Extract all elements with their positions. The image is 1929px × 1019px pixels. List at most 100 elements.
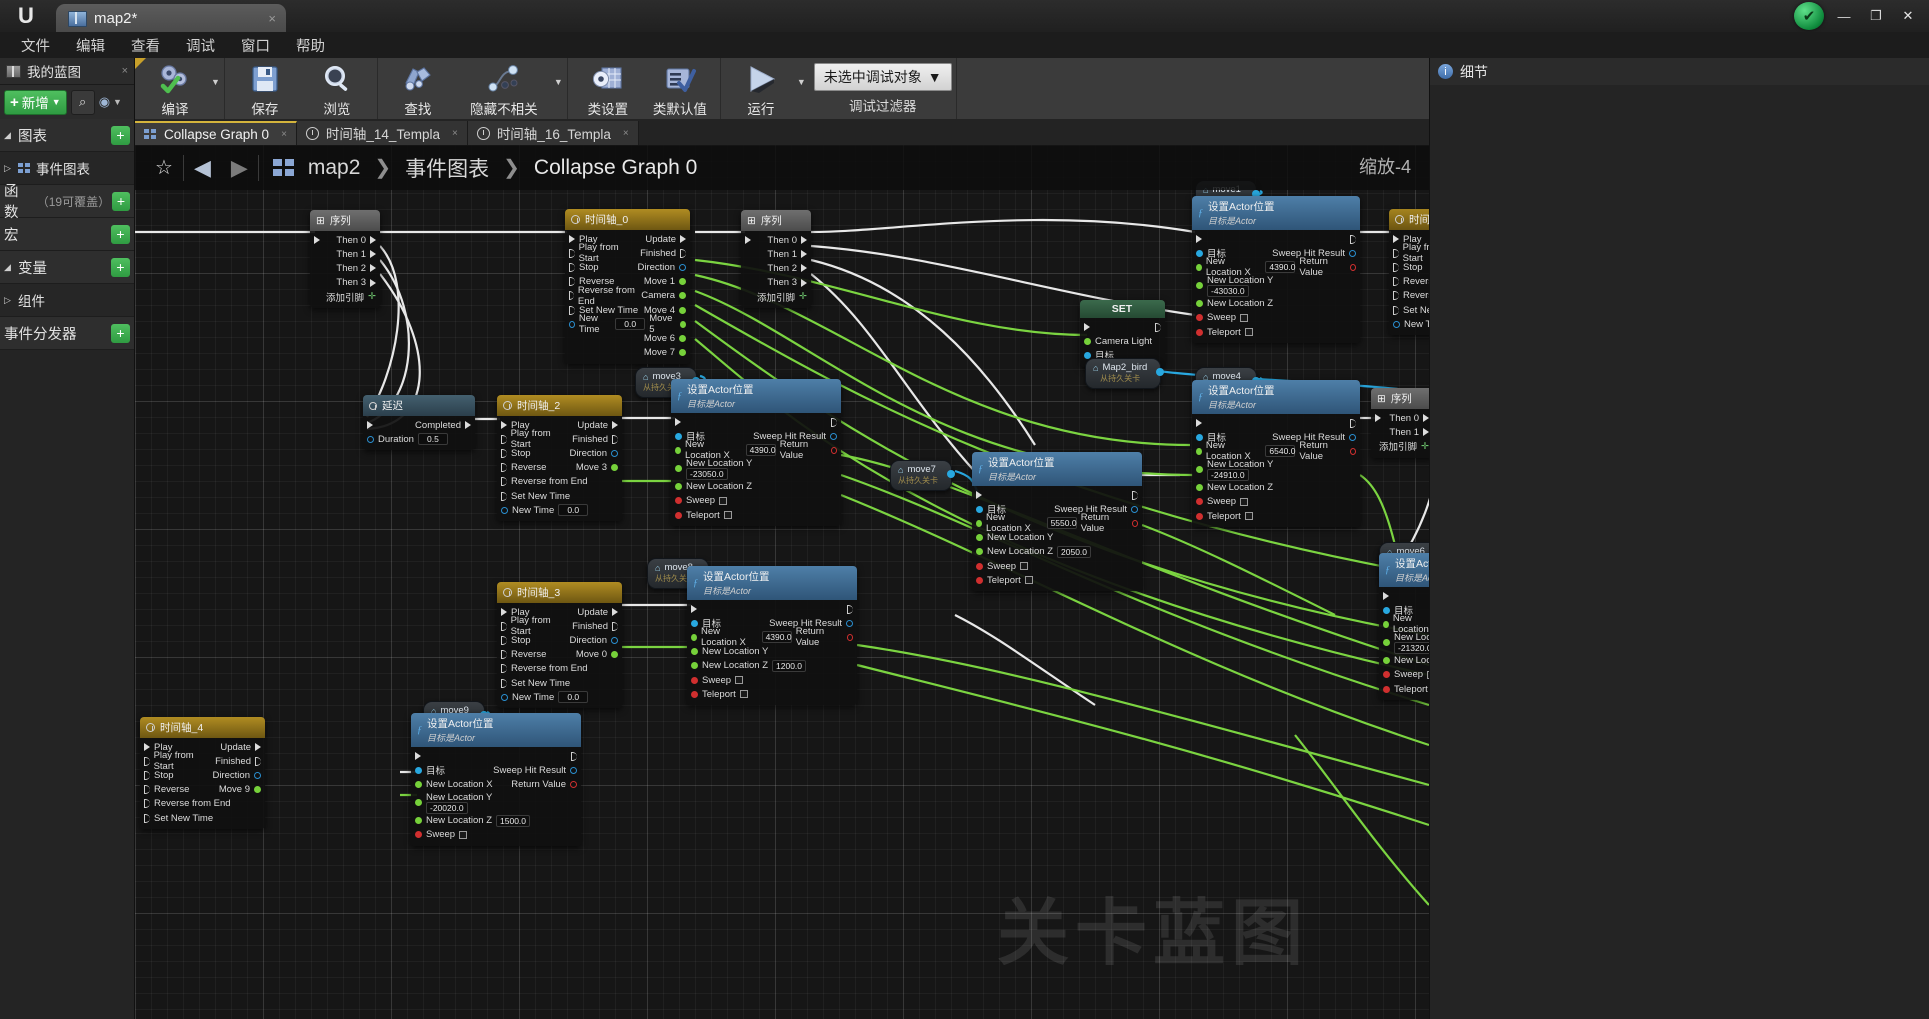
new-location-y-value[interactable]: -24910.0	[1207, 469, 1249, 481]
new-time-value[interactable]: 0.0	[558, 504, 588, 516]
move-pin[interactable]	[611, 464, 618, 471]
disclosure-triangle-icon[interactable]: ▷	[4, 163, 13, 174]
exec-in-pin[interactable]	[675, 418, 681, 426]
sweep-pin[interactable]	[415, 831, 422, 838]
tab-close-icon[interactable]: ×	[452, 128, 458, 139]
node-sequence-b[interactable]: ⊞ 序列 Then 0 Then 1 Then 2 Then 3 添加引脚✛	[741, 210, 811, 308]
sweep-pin[interactable]	[1196, 314, 1203, 321]
sweep-checkbox[interactable]	[735, 676, 743, 684]
visibility-toggle[interactable]: ◉ ▼	[99, 94, 122, 110]
sweep-checkbox[interactable]	[459, 831, 467, 839]
exec-out-pin[interactable]	[370, 264, 376, 272]
sweep-checkbox[interactable]	[1240, 498, 1248, 506]
move-pin[interactable]	[680, 321, 686, 328]
new-time-pin[interactable]	[501, 694, 508, 701]
set-new-time-pin[interactable]	[1393, 306, 1399, 315]
node-set-actor-location-7[interactable]: ƒ 设置Actor位置 目标是Actor 目标Sweep Hit Result …	[687, 566, 857, 705]
exec-out-pin[interactable]	[831, 418, 837, 427]
compile-dropdown-caret-icon[interactable]: ▼	[211, 58, 220, 119]
new-location-y-pin[interactable]	[675, 465, 682, 472]
teleport-checkbox[interactable]	[1245, 512, 1253, 520]
teleport-pin[interactable]	[976, 577, 983, 584]
camera-light-pin[interactable]	[1084, 338, 1091, 345]
node-sequence-c[interactable]: ⊞ 序列 Then 0 Then 1 添加引脚✛	[1371, 388, 1429, 458]
exec-in-pin[interactable]	[691, 605, 697, 613]
add-dispatcher-button[interactable]: +	[111, 324, 130, 343]
menu-file[interactable]: 文件	[10, 33, 61, 58]
node-timeline-4[interactable]: 时间轴_4 PlayUpdate Play from StartFinished…	[140, 717, 265, 829]
node-set-camera-light[interactable]: SET Camera Light 目标	[1080, 300, 1165, 367]
update-pin[interactable]	[680, 235, 686, 243]
return-value-pin[interactable]	[1350, 264, 1356, 271]
exec-out-pin[interactable]	[1155, 323, 1161, 332]
teleport-pin[interactable]	[691, 691, 698, 698]
breadcrumb-segment-event-graph[interactable]: 事件图表	[400, 153, 494, 183]
sidebar-item-functions[interactable]: 函数 （19可覆盖） +	[0, 185, 134, 218]
set-new-time-pin[interactable]	[144, 814, 150, 823]
menu-help[interactable]: 帮助	[285, 33, 336, 58]
exec-out-pin[interactable]	[1350, 235, 1356, 244]
tab-collapse-graph-0[interactable]: Collapse Graph 0 ×	[135, 121, 297, 145]
move-pin[interactable]	[679, 278, 686, 285]
exec-in-pin[interactable]	[314, 236, 320, 244]
new-location-z-value[interactable]: 1200.0	[772, 660, 806, 672]
move-pin[interactable]	[679, 335, 686, 342]
sidebar-item-macros[interactable]: 宏 +	[0, 218, 134, 251]
teleport-pin[interactable]	[1383, 686, 1390, 693]
new-location-x-pin[interactable]	[1383, 621, 1389, 628]
add-graph-button[interactable]: +	[111, 126, 130, 145]
var-node-map2-bird[interactable]: ⌂Map2_bird 从持久关卡	[1085, 358, 1161, 389]
move-pin[interactable]	[254, 786, 261, 793]
document-tab-close-icon[interactable]: ×	[242, 11, 276, 26]
new-location-z-pin[interactable]	[415, 817, 422, 824]
play-from-start-pin[interactable]	[501, 622, 507, 631]
return-value-pin[interactable]	[1350, 448, 1356, 455]
node-sequence-a[interactable]: ⊞ 序列 Then 0 Then 1 Then 2 Then 3 添加引脚✛	[310, 210, 380, 308]
sweep-checkbox[interactable]	[1240, 314, 1248, 322]
teleport-pin[interactable]	[675, 512, 682, 519]
breadcrumb-segment-collapse-graph-0[interactable]: Collapse Graph 0	[529, 156, 702, 180]
status-orb-icon[interactable]: ✔	[1794, 2, 1824, 30]
exec-out-pin[interactable]	[1132, 491, 1138, 500]
new-location-z-value[interactable]: 2050.0	[1057, 546, 1091, 558]
return-value-pin[interactable]	[847, 634, 853, 641]
new-location-x-value[interactable]: 4390.0	[1265, 261, 1295, 273]
exec-out-pin[interactable]	[370, 279, 376, 287]
teleport-checkbox[interactable]	[1245, 328, 1253, 336]
new-location-z-value[interactable]: 1500.0	[496, 815, 530, 827]
new-time-value[interactable]: 0.0	[558, 691, 588, 703]
exec-in-pin[interactable]	[976, 491, 982, 499]
node-timeline-3[interactable]: 时间轴_3 PlayUpdate Play from StartFinished…	[497, 582, 622, 708]
return-value-pin[interactable]	[831, 447, 837, 454]
menu-debug[interactable]: 调试	[175, 33, 226, 58]
new-location-x-value[interactable]: 4390.0	[746, 444, 776, 456]
new-location-z-pin[interactable]	[1196, 484, 1203, 491]
new-location-y-pin[interactable]	[1196, 466, 1203, 473]
sweep-pin[interactable]	[1383, 671, 1390, 678]
teleport-pin[interactable]	[1196, 329, 1203, 336]
node-set-actor-location-6[interactable]: ƒ 设置Actor位置 目标是Actor 目标Sweep Hit Result …	[1379, 553, 1429, 700]
exec-in-pin[interactable]	[1196, 419, 1202, 427]
play-dropdown-caret-icon[interactable]: ▼	[797, 58, 806, 119]
node-timeline-1[interactable]: 时间轴_1 PlayUpdate Play from StartFinished…	[1389, 209, 1429, 335]
compile-button[interactable]: 编译	[139, 58, 211, 119]
menu-view[interactable]: 查看	[120, 33, 171, 58]
blueprint-graph-canvas[interactable]: ⊞ 序列 Then 0 Then 1 Then 2 Then 3 添加引脚✛ 时…	[135, 145, 1429, 1019]
new-location-z-pin[interactable]	[976, 548, 983, 555]
stop-pin[interactable]	[569, 263, 575, 272]
new-time-value[interactable]: 0.0	[615, 318, 645, 330]
new-location-x-pin[interactable]	[976, 520, 982, 527]
exec-out-pin[interactable]	[801, 236, 807, 244]
new-location-y-pin[interactable]	[1196, 282, 1203, 289]
add-pin-row[interactable]: 添加引脚✛	[741, 290, 811, 304]
exec-out-pin[interactable]	[1350, 419, 1356, 428]
update-pin[interactable]	[612, 421, 618, 429]
move-pin[interactable]	[679, 349, 686, 356]
reverse-from-end-pin[interactable]	[1393, 291, 1399, 300]
new-location-y-value[interactable]: -43030.0	[1207, 285, 1249, 297]
sweep-checkbox[interactable]	[1427, 671, 1429, 679]
add-function-button[interactable]: +	[112, 192, 130, 211]
exec-out-pin[interactable]	[801, 264, 807, 272]
teleport-checkbox[interactable]	[740, 690, 748, 698]
sweep-checkbox[interactable]	[719, 497, 727, 505]
